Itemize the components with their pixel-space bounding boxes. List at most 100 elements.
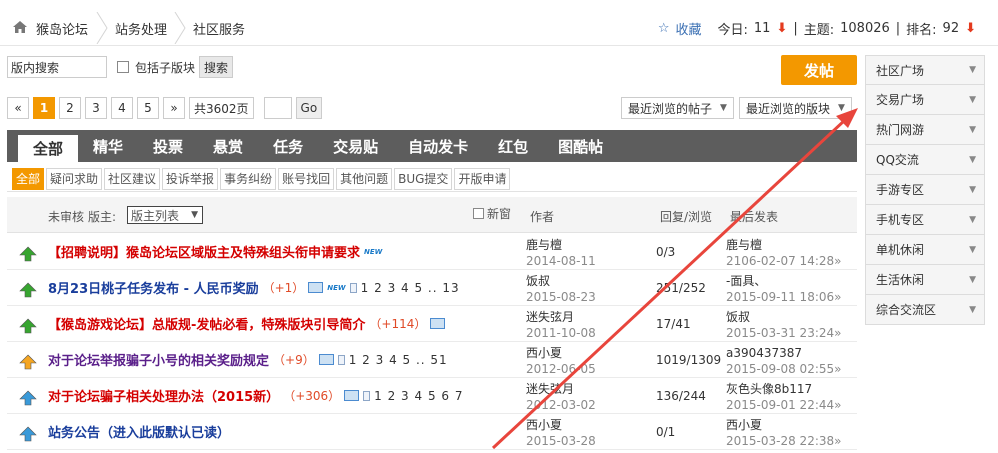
sidebar-item-label: 生活休闲: [876, 273, 925, 287]
tab-poll[interactable]: 投票: [138, 130, 198, 162]
last-post-date[interactable]: 2015-03-31 23:24»: [726, 325, 841, 341]
tab-trade[interactable]: 交易贴: [318, 130, 393, 162]
author-name[interactable]: 西小夏: [526, 345, 596, 361]
last-post-date[interactable]: 2015-09-01 22:44»: [726, 397, 841, 413]
sidebar-item[interactable]: 单机休闲 ▼: [865, 235, 985, 265]
page-jump-input[interactable]: [263, 97, 292, 119]
last-post-date[interactable]: 2106-02-07 14:28»: [726, 253, 841, 269]
last-post-cell: 饭叔 2015-03-31 23:24»: [726, 309, 841, 341]
dropdown-label: 最近浏览的帖子: [628, 101, 713, 116]
author-name[interactable]: 迷失弦月: [526, 309, 596, 325]
table-row[interactable]: 对于论坛举报骗子小号的相关奖励规定 （+9） 1 2 3 4 5 .. 51 西小夏 2…: [7, 342, 857, 378]
page-links[interactable]: 1 2 3 4 5 6 7: [374, 389, 463, 403]
thread-title[interactable]: 【猴岛游戏论坛】总版规-发帖必看，特殊版块引导简介 （+114）: [48, 314, 446, 333]
table-row[interactable]: 【招聘说明】猴岛论坛区域版主及特殊组头衔申请要求 NEW 鹿与檀 2014-08-11…: [7, 234, 857, 270]
page-button[interactable]: 5: [137, 97, 159, 119]
sidebar-item[interactable]: 交易广场 ▼: [865, 85, 985, 115]
new-window-checkbox[interactable]: [473, 208, 484, 219]
sidebar-item[interactable]: 综合交流区 ▼: [865, 295, 985, 325]
tab-digest[interactable]: 精华: [78, 130, 138, 162]
pagination: « 1 2 3 4 5 » 共3602页 Go: [7, 97, 323, 119]
select-value: 版主列表: [131, 208, 180, 223]
page-button[interactable]: 3: [85, 97, 107, 119]
thread-title[interactable]: 对于论坛骗子相关处理办法（2015新） （+306） 1 2 3 4 5 6 7: [48, 386, 464, 406]
breadcrumb-label[interactable]: 站务处理: [115, 19, 167, 38]
favorite-link[interactable]: 收藏: [675, 19, 701, 38]
sidebar-item[interactable]: 生活休闲 ▼: [865, 265, 985, 295]
thread-title-link[interactable]: 对于论坛骗子相关处理办法（2015新）: [48, 386, 279, 405]
filter-all[interactable]: 全部: [12, 167, 45, 190]
page-links[interactable]: 1 2 3 4 5 .. 13: [361, 281, 460, 295]
last-poster[interactable]: 饭叔: [726, 309, 841, 325]
thread-title[interactable]: 【招聘说明】猴岛论坛区域版主及特殊组头衔申请要求 NEW: [48, 242, 382, 261]
filter-suggestion[interactable]: 社区建议: [104, 167, 161, 190]
table-row[interactable]: 对于论坛骗子相关处理办法（2015新） （+306） 1 2 3 4 5 6 7 迷失…: [7, 378, 857, 414]
filter-help[interactable]: 疑问求助: [46, 167, 103, 190]
tab-task[interactable]: 任务: [258, 130, 318, 162]
thread-title-link[interactable]: 8月23日桃子任务发布 - 人民币奖励: [48, 278, 259, 297]
last-poster[interactable]: 西小夏: [726, 417, 841, 433]
tab-reward[interactable]: 悬赏: [198, 130, 258, 162]
author-name[interactable]: 西小夏: [526, 417, 596, 433]
thread-title-link[interactable]: 【招聘说明】猴岛论坛区域版主及特殊组头衔申请要求: [48, 242, 360, 261]
star-icon[interactable]: ☆: [658, 21, 670, 36]
filter-report[interactable]: 投诉举报: [162, 167, 219, 190]
home-icon[interactable]: [12, 20, 28, 34]
sidebar-item[interactable]: 社区广场 ▼: [865, 55, 985, 85]
thread-title-link[interactable]: 对于论坛举报骗子小号的相关奖励规定: [48, 350, 269, 369]
thread-title[interactable]: 对于论坛举报骗子小号的相关奖励规定 （+9） 1 2 3 4 5 .. 51: [48, 350, 448, 370]
unreviewed-link[interactable]: 未审核: [48, 208, 84, 225]
thread-title[interactable]: 站务公告（进入此版默认已读）: [48, 422, 230, 441]
breadcrumb-item-admin[interactable]: 站务处理: [115, 10, 167, 46]
page-button[interactable]: 4: [111, 97, 133, 119]
last-post-date[interactable]: 2015-09-11 18:06»: [726, 289, 841, 305]
author-name[interactable]: 鹿与檀: [526, 237, 596, 253]
last-poster[interactable]: 鹿与檀: [726, 237, 841, 253]
page-go-button[interactable]: Go: [295, 97, 323, 119]
search-button[interactable]: 搜索: [199, 56, 234, 78]
page-button[interactable]: 2: [59, 97, 81, 119]
up-arrow-icon: [19, 354, 37, 370]
tab-all[interactable]: 全部: [18, 135, 79, 162]
moderator-select[interactable]: 版主列表 ▼: [127, 206, 203, 224]
sidebar-item[interactable]: QQ交流 ▼: [865, 145, 985, 175]
recent-boards-dropdown[interactable]: 最近浏览的版块 ▼: [739, 97, 852, 119]
table-row[interactable]: 8月23日桃子任务发布 - 人民币奖励 （+1） NEW 1 2 3 4 5 .. 1…: [7, 270, 857, 306]
table-row[interactable]: 【猴岛游戏论坛】总版规-发帖必看，特殊版块引导简介 （+114） 迷失弦月 2011-…: [7, 306, 857, 342]
sidebar-item[interactable]: 热门网游 ▼: [865, 115, 985, 145]
filter-other[interactable]: 其他问题: [336, 167, 393, 190]
reply-count: 251/252: [656, 281, 706, 295]
tab-red-packet[interactable]: 红包: [483, 130, 543, 162]
filter-account[interactable]: 账号找回: [278, 167, 335, 190]
recent-posts-dropdown[interactable]: 最近浏览的帖子 ▼: [621, 97, 734, 119]
search-input[interactable]: [7, 56, 107, 78]
last-poster[interactable]: 灰色头像8b117: [726, 381, 841, 397]
filter-dispute[interactable]: 事务纠纷: [220, 167, 277, 190]
sidebar-item[interactable]: 手机专区 ▼: [865, 205, 985, 235]
tab-auto-card[interactable]: 自动发卡: [393, 130, 483, 162]
chevron-down-icon: ▼: [969, 214, 976, 225]
last-poster[interactable]: -面具、: [726, 273, 841, 289]
last-post-cell: 西小夏 2015-03-28 22:38»: [726, 417, 841, 449]
sidebar-item[interactable]: 手游专区 ▼: [865, 175, 985, 205]
page-links[interactable]: 1 2 3 4 5 .. 51: [349, 353, 448, 367]
thread-title-link[interactable]: 【猴岛游戏论坛】总版规-发帖必看，特殊版块引导简介: [48, 314, 365, 333]
filter-apply[interactable]: 开版申请: [454, 167, 511, 190]
last-poster[interactable]: a390437387: [726, 345, 841, 361]
breadcrumb-label[interactable]: 猴岛论坛: [36, 19, 88, 38]
tab-image[interactable]: 图酷帖: [543, 130, 618, 162]
author-name[interactable]: 饭叔: [526, 273, 596, 289]
author-name[interactable]: 迷失弦月: [526, 381, 596, 397]
page-button[interactable]: 1: [33, 97, 55, 119]
last-post-date[interactable]: 2015-09-08 02:55»: [726, 361, 841, 377]
include-subboards-checkbox[interactable]: [117, 61, 129, 73]
thread-title[interactable]: 8月23日桃子任务发布 - 人民币奖励 （+1） NEW 1 2 3 4 5 .. 1…: [48, 278, 460, 298]
last-post-date[interactable]: 2015-03-28 22:38»: [726, 433, 841, 449]
thread-title-link[interactable]: 站务公告（进入此版默认已读）: [48, 422, 230, 441]
filter-bug[interactable]: BUG提交: [394, 167, 453, 190]
new-post-button[interactable]: 发帖: [781, 55, 857, 85]
next-page-button[interactable]: »: [163, 97, 185, 119]
breadcrumb-item-home[interactable]: 猴岛论坛: [36, 10, 88, 46]
table-row[interactable]: 站务公告（进入此版默认已读） 西小夏 2015-03-28 0/1 西小夏 2015-03…: [7, 414, 857, 450]
prev-page-button[interactable]: «: [7, 97, 29, 119]
